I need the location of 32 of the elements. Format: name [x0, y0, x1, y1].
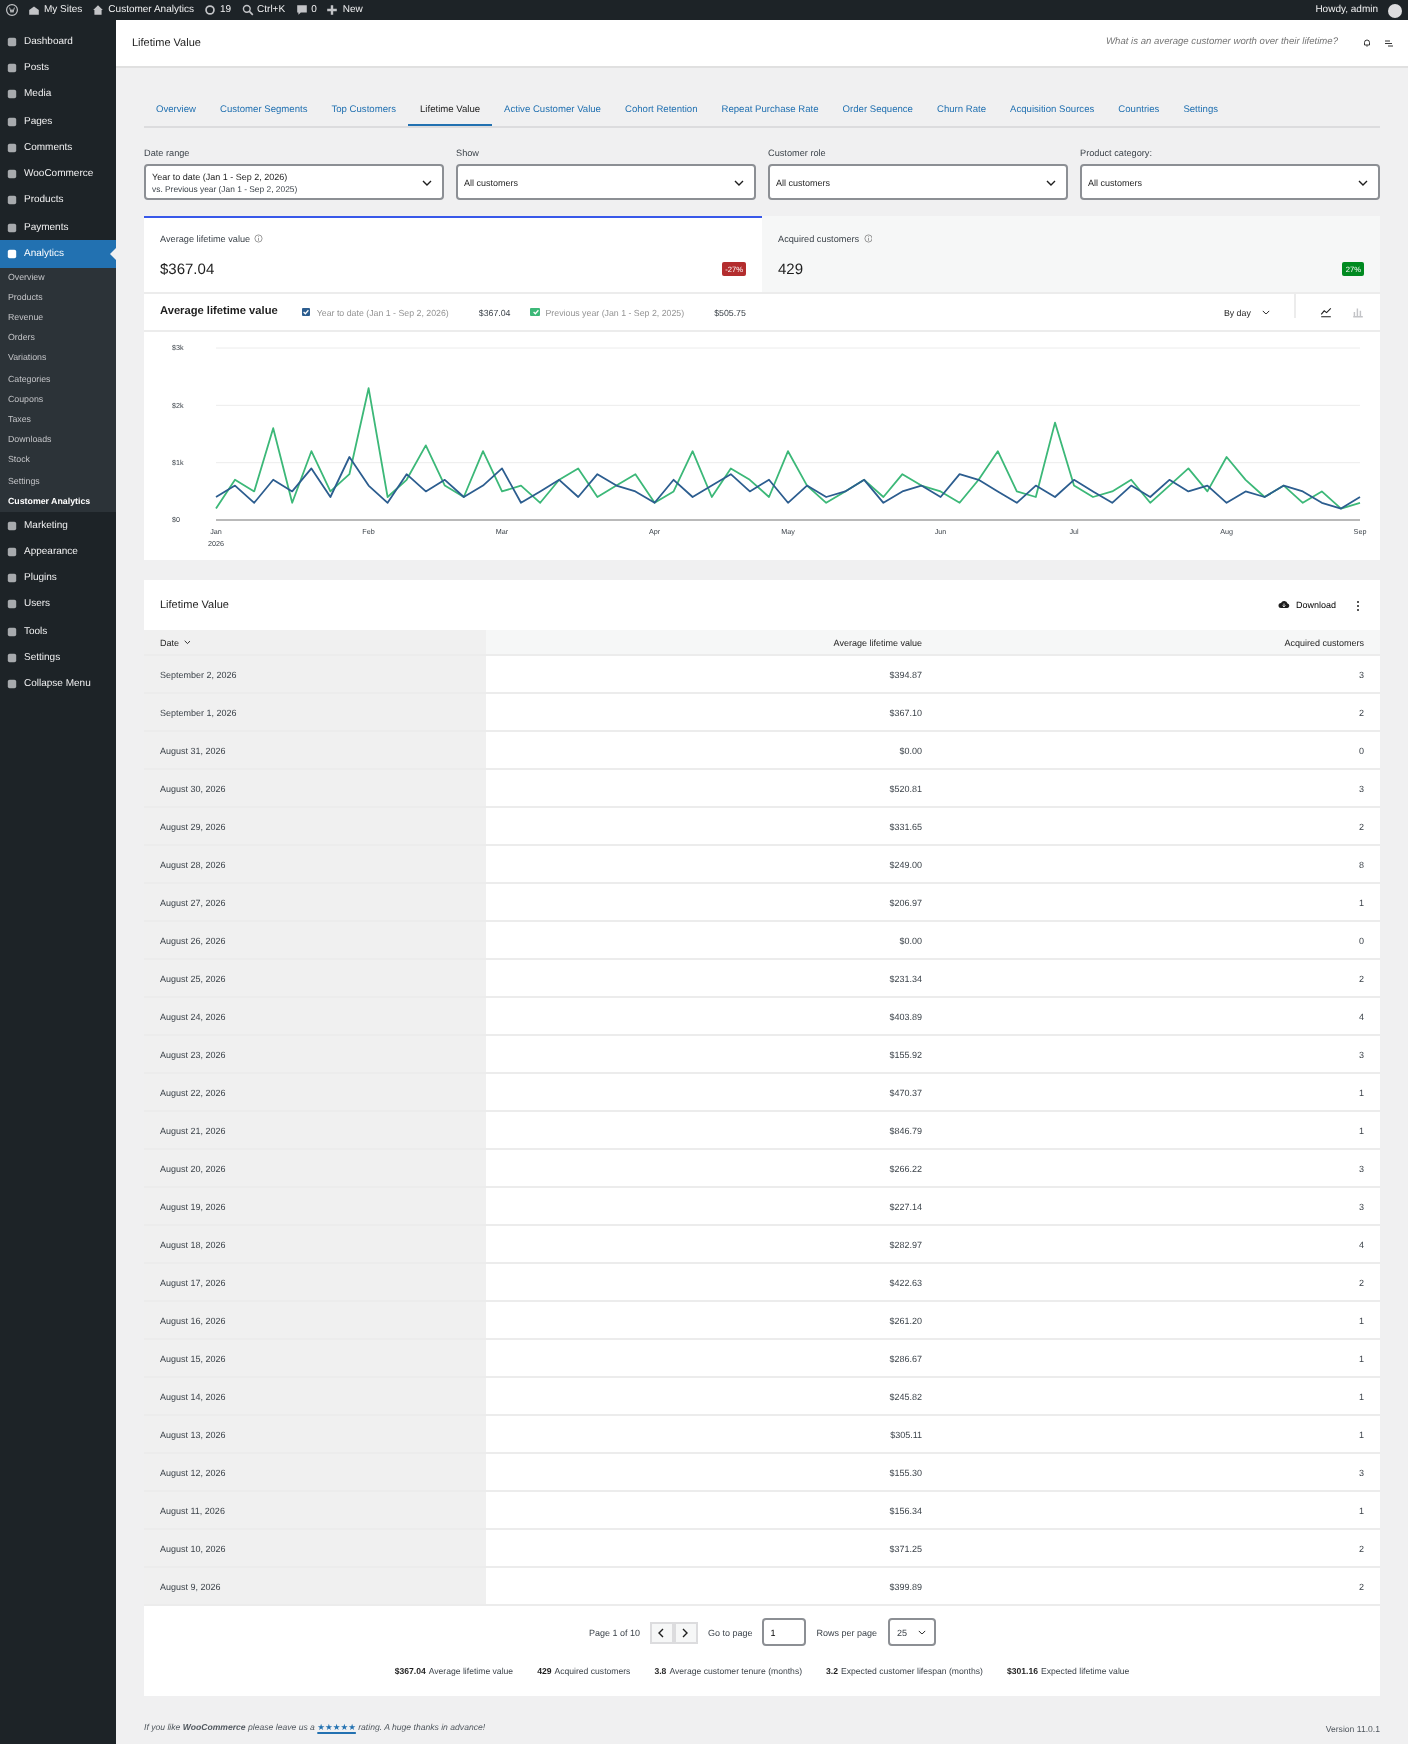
- next-page-button[interactable]: [673, 1621, 698, 1643]
- check-icon: [302, 308, 311, 316]
- menu-pointer: [110, 247, 116, 260]
- chevron-down-icon: [183, 640, 191, 645]
- info-icon[interactable]: [254, 234, 264, 244]
- menu-glyph-icon: [6, 248, 18, 261]
- legend-checkbox[interactable]: [530, 307, 540, 317]
- search-icon: [241, 4, 254, 16]
- chevron-down-icon: [1262, 309, 1271, 315]
- chevron-down-icon: [1046, 179, 1056, 185]
- line-chart-icon[interactable]: [1320, 306, 1332, 318]
- menu-glyph-icon: [6, 88, 18, 101]
- chevron-right-icon: [682, 1627, 689, 1637]
- home-icon: [92, 4, 105, 16]
- menu-glyph-icon: [6, 221, 18, 234]
- check-icon: [531, 308, 539, 316]
- avatar-icon[interactable]: [1388, 3, 1402, 17]
- plus-icon: [326, 4, 339, 16]
- sites-icon: [28, 4, 40, 16]
- legend-checkbox[interactable]: [301, 307, 311, 317]
- chevron-down-icon: [734, 179, 744, 185]
- cloud-download-icon: [1277, 600, 1290, 610]
- comment-icon: [295, 4, 308, 16]
- chevron-down-icon: [422, 179, 432, 185]
- chevron-down-icon: [917, 1629, 926, 1635]
- chevron-down-icon: [1358, 179, 1368, 185]
- previous-page-button[interactable]: [649, 1621, 674, 1643]
- activity-icon[interactable]: [1384, 38, 1394, 48]
- menu-glyph-icon: [6, 625, 18, 638]
- wordpress-logo-icon[interactable]: [6, 4, 18, 16]
- info-icon[interactable]: [863, 234, 873, 244]
- chevron-left-icon: [658, 1627, 665, 1637]
